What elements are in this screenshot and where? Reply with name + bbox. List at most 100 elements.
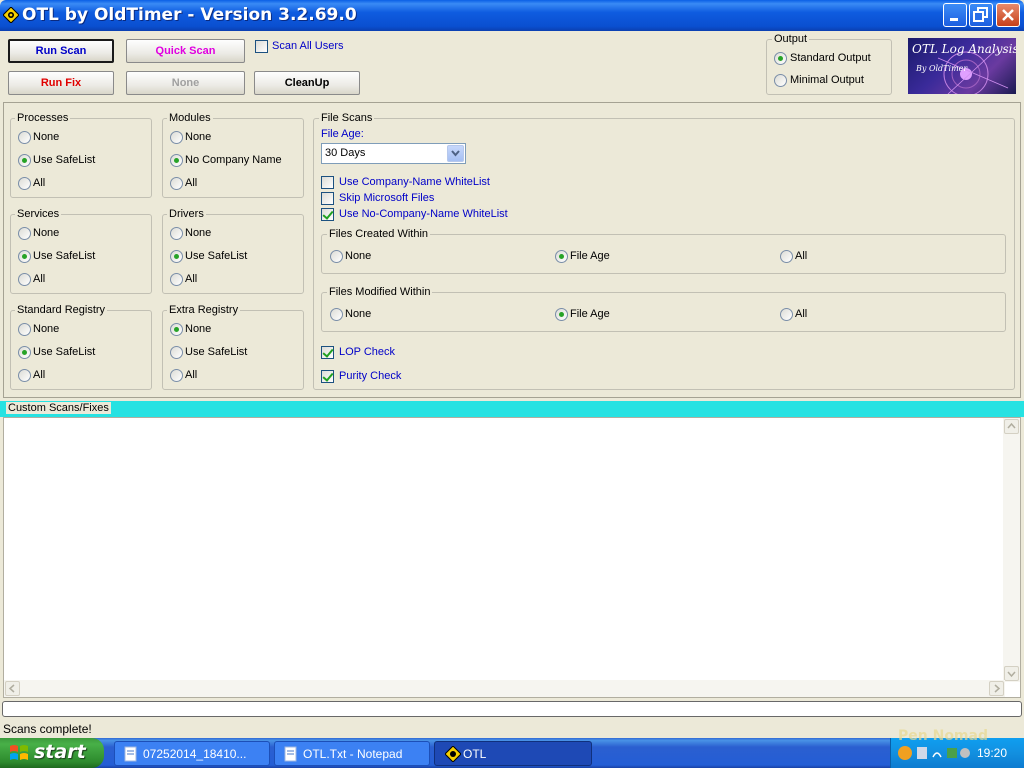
services-safelist-label[interactable]: Use SafeList: [33, 250, 95, 262]
modified-none-radio[interactable]: [330, 308, 343, 321]
otl-logo: OTL Log Analysis By OldTimer: [908, 38, 1016, 94]
close-icon: [1002, 9, 1014, 21]
services-none-label[interactable]: None: [33, 227, 59, 239]
modified-file-age-radio[interactable]: [555, 308, 568, 321]
title-bar[interactable]: OTL by OldTimer - Version 3.2.69.0: [0, 0, 1024, 31]
chevron-left-icon: [8, 684, 15, 693]
standard-registry-none-radio[interactable]: [18, 323, 31, 336]
minimize-button[interactable]: [943, 3, 967, 27]
created-none-label[interactable]: None: [345, 250, 371, 262]
drivers-all-label[interactable]: All: [185, 273, 197, 285]
standard-registry-safelist-radio[interactable]: [18, 346, 31, 359]
lop-check-checkbox[interactable]: [321, 346, 334, 359]
extra-registry-none-radio[interactable]: [170, 323, 183, 336]
processes-all-radio[interactable]: [18, 177, 31, 190]
scroll-up-button[interactable]: [1004, 419, 1019, 434]
extra-registry-safelist-label[interactable]: Use SafeList: [185, 346, 247, 358]
files-created-group: [321, 234, 1006, 274]
files-modified-group: [321, 292, 1006, 332]
nocompany-whitelist-label[interactable]: Use No-Company-Name WhiteList: [339, 208, 508, 220]
created-file-age-radio[interactable]: [555, 250, 568, 263]
modules-title: Modules: [167, 112, 213, 124]
services-all-radio[interactable]: [18, 273, 31, 286]
standard-output-label[interactable]: Standard Output: [790, 52, 871, 64]
created-file-age-label[interactable]: File Age: [570, 250, 610, 262]
logo-title: OTL Log Analysis: [912, 42, 1016, 56]
company-whitelist-checkbox[interactable]: [321, 176, 334, 189]
extra-registry-safelist-radio[interactable]: [170, 346, 183, 359]
created-all-label[interactable]: All: [795, 250, 807, 262]
taskbar-item-label: OTL.Txt - Notepad: [303, 747, 403, 761]
standard-registry-none-label[interactable]: None: [33, 323, 59, 335]
scroll-down-button[interactable]: [1004, 666, 1019, 681]
vertical-scrollbar[interactable]: [1003, 418, 1020, 682]
processes-safelist-radio[interactable]: [18, 154, 31, 167]
drivers-safelist-label[interactable]: Use SafeList: [185, 250, 247, 262]
run-fix-button[interactable]: Run Fix: [8, 71, 114, 95]
drivers-all-radio[interactable]: [170, 273, 183, 286]
drivers-safelist-radio[interactable]: [170, 250, 183, 263]
standard-registry-safelist-label[interactable]: Use SafeList: [33, 346, 95, 358]
modules-all-label[interactable]: All: [185, 177, 197, 189]
modules-no-company-label[interactable]: No Company Name: [185, 154, 282, 166]
nocompany-whitelist-checkbox[interactable]: [321, 208, 334, 221]
skip-microsoft-label[interactable]: Skip Microsoft Files: [339, 192, 434, 204]
quick-scan-button[interactable]: Quick Scan: [126, 39, 245, 63]
modules-none-radio[interactable]: [170, 131, 183, 144]
standard-registry-all-radio[interactable]: [18, 369, 31, 382]
custom-scans-header: [0, 401, 1024, 417]
scroll-left-button[interactable]: [5, 681, 20, 696]
extra-registry-none-label[interactable]: None: [185, 323, 211, 335]
processes-none-radio[interactable]: [18, 131, 31, 144]
standard-output-radio[interactable]: [774, 52, 787, 65]
processes-none-label[interactable]: None: [33, 131, 59, 143]
custom-scans-textarea[interactable]: [3, 417, 1021, 698]
scroll-right-button[interactable]: [989, 681, 1004, 696]
created-none-radio[interactable]: [330, 250, 343, 263]
drivers-none-radio[interactable]: [170, 227, 183, 240]
horizontal-scrollbar[interactable]: [4, 680, 1005, 697]
minimal-output-label[interactable]: Minimal Output: [790, 74, 864, 86]
processes-safelist-label[interactable]: Use SafeList: [33, 154, 95, 166]
company-whitelist-label[interactable]: Use Company-Name WhiteList: [339, 176, 490, 188]
services-none-radio[interactable]: [18, 227, 31, 240]
modules-all-radio[interactable]: [170, 177, 183, 190]
modified-file-age-label[interactable]: File Age: [570, 308, 610, 320]
close-button[interactable]: [996, 3, 1020, 27]
modules-no-company-radio[interactable]: [170, 154, 183, 167]
run-scan-button[interactable]: Run Scan: [8, 39, 114, 63]
drivers-title: Drivers: [167, 208, 206, 220]
standard-registry-all-label[interactable]: All: [33, 369, 45, 381]
start-button[interactable]: start: [0, 738, 104, 768]
modules-none-label[interactable]: None: [185, 131, 211, 143]
minimal-output-radio[interactable]: [774, 74, 787, 87]
none-button[interactable]: None: [126, 71, 245, 95]
extra-registry-all-radio[interactable]: [170, 369, 183, 382]
purity-check-label[interactable]: Purity Check: [339, 370, 401, 382]
output-group-title: Output: [772, 33, 810, 45]
drivers-none-label[interactable]: None: [185, 227, 211, 239]
cleanup-button[interactable]: CleanUp: [254, 71, 360, 95]
purity-check-checkbox[interactable]: [321, 370, 334, 383]
taskbar-item-notepad[interactable]: OTL.Txt - Notepad: [274, 741, 430, 766]
extra-registry-title: Extra Registry: [167, 304, 241, 316]
processes-all-label[interactable]: All: [33, 177, 45, 189]
scan-all-users-label[interactable]: Scan All Users: [272, 40, 344, 52]
services-safelist-radio[interactable]: [18, 250, 31, 263]
dropdown-button[interactable]: [447, 145, 464, 162]
created-all-radio[interactable]: [780, 250, 793, 263]
file-scans-title: File Scans: [319, 112, 375, 124]
taskbar-item-folder[interactable]: 07252014_18410...: [114, 741, 270, 766]
taskbar-item-otl[interactable]: OTL: [434, 741, 592, 766]
modified-all-radio[interactable]: [780, 308, 793, 321]
services-all-label[interactable]: All: [33, 273, 45, 285]
extra-registry-all-label[interactable]: All: [185, 369, 197, 381]
maximize-button[interactable]: [969, 3, 993, 27]
modified-all-label[interactable]: All: [795, 308, 807, 320]
file-age-dropdown[interactable]: 30 Days: [321, 143, 466, 164]
scan-all-users-checkbox[interactable]: [255, 40, 268, 53]
skip-microsoft-checkbox[interactable]: [321, 192, 334, 205]
chevron-down-icon: [1007, 671, 1016, 678]
lop-check-label[interactable]: LOP Check: [339, 346, 395, 358]
modified-none-label[interactable]: None: [345, 308, 371, 320]
